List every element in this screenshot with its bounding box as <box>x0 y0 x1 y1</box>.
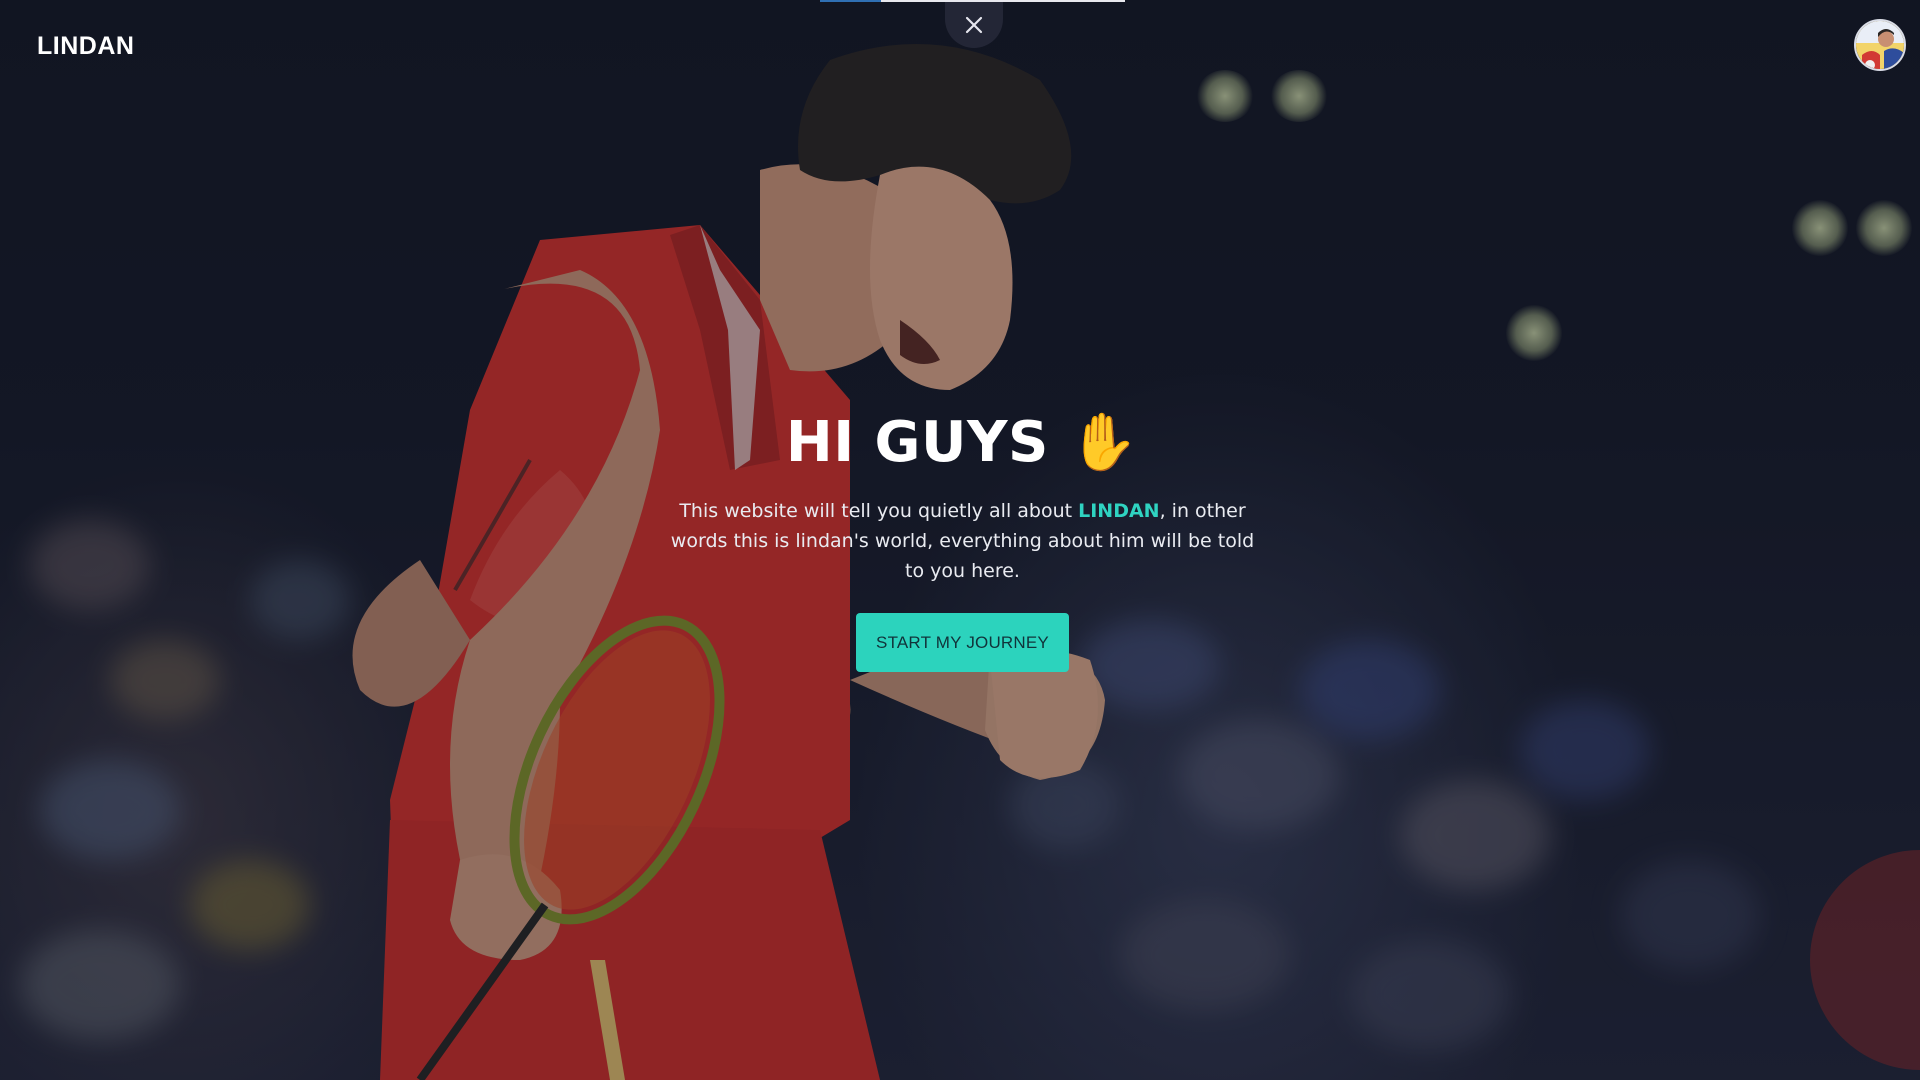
start-journey-button[interactable]: START MY JOURNEY <box>856 613 1069 672</box>
hero-page: LINDAN HI GUYS ✋ This website will tell … <box>0 0 1920 1080</box>
hero-heading: HI GUYS ✋ <box>660 400 1265 486</box>
close-icon <box>965 16 983 34</box>
hero-intro: This website will tell you quietly all a… <box>660 496 1265 586</box>
hero-content: HI GUYS ✋ This website will tell you qui… <box>660 400 1265 672</box>
site-logo[interactable]: LINDAN <box>37 32 134 61</box>
hero-heading-text: HI GUYS <box>785 410 1049 475</box>
hero-intro-start: This website will tell you quietly all a… <box>679 500 1079 522</box>
hero-intro-highlight: LINDAN <box>1078 500 1160 522</box>
page-progress-fill <box>820 0 881 2</box>
raised-hand-icon: ✋ <box>1068 410 1140 475</box>
user-avatar[interactable] <box>1854 19 1906 71</box>
